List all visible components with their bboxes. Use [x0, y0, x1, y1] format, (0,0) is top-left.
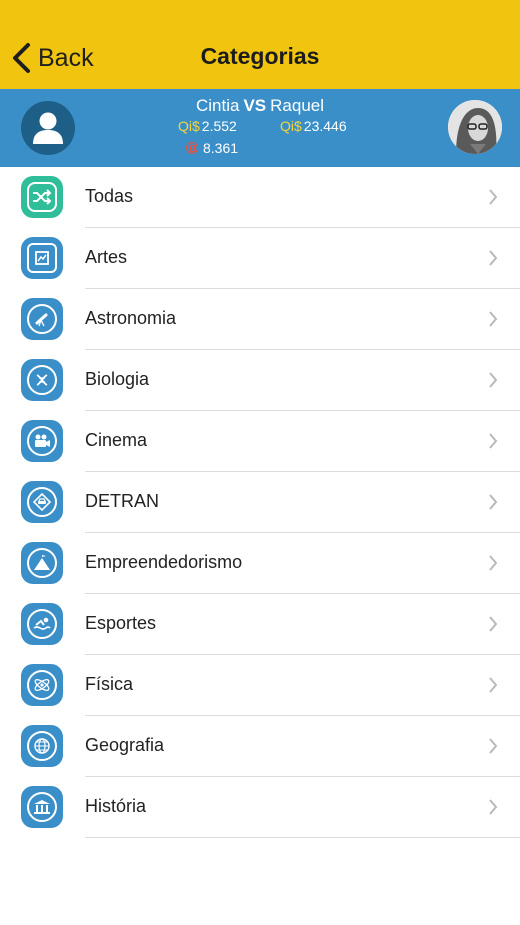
- coins-count: 8.361: [186, 140, 238, 156]
- category-item-historia[interactable]: História: [0, 777, 520, 838]
- chevron-right-icon: [489, 433, 498, 449]
- currency-label: Qi$: [280, 118, 302, 134]
- category-item-cinema[interactable]: Cinema: [0, 411, 520, 472]
- currency-label: Qi$: [178, 118, 200, 134]
- category-item-todas[interactable]: Todas: [0, 167, 520, 228]
- category-list: Todas Artes Astronomia Biologia Cinema D…: [0, 167, 520, 838]
- category-label: Artes: [85, 247, 128, 267]
- category-item-astronomia[interactable]: Astronomia: [0, 289, 520, 350]
- chevron-right-icon: [489, 311, 498, 327]
- category-label: Todas: [85, 186, 134, 206]
- shuffle-icon: [21, 176, 63, 218]
- player2-name: Raquel: [270, 96, 325, 115]
- profile-photo-icon: [448, 100, 502, 154]
- category-label: DETRAN: [85, 491, 160, 511]
- category-label: Esportes: [85, 613, 157, 633]
- category-item-esportes[interactable]: Esportes: [0, 594, 520, 655]
- movie-camera-icon: [21, 420, 63, 462]
- car-sign-icon: [21, 481, 63, 523]
- category-item-artes[interactable]: Artes: [0, 228, 520, 289]
- category-item-geografia[interactable]: Geografia: [0, 716, 520, 777]
- chevron-right-icon: [489, 372, 498, 388]
- category-label: Física: [85, 674, 134, 694]
- mountain-flag-icon: [21, 542, 63, 584]
- museum-icon: [21, 786, 63, 828]
- category-label: Cinema: [85, 430, 148, 450]
- chevron-right-icon: [489, 616, 498, 632]
- page-title: Categorias: [200, 43, 320, 69]
- player2-avatar[interactable]: [448, 100, 502, 154]
- match-banner: Cintia VS Raquel Qi$ 2.552 Qi$ 23.446 8.361: [0, 89, 520, 167]
- category-label: Biologia: [85, 369, 150, 389]
- player1-qi: Qi$ 2.552: [178, 118, 237, 134]
- atom-icon: [21, 664, 63, 706]
- category-item-empreendedorismo[interactable]: Empreendedorismo: [0, 533, 520, 594]
- chevron-right-icon: [489, 250, 498, 266]
- coin-icon: [186, 142, 198, 154]
- telescope-icon: [21, 298, 63, 340]
- match-names: Cintia VS Raquel: [0, 96, 520, 116]
- top-bar: Back Categorias: [0, 0, 520, 89]
- player1-name: Cintia: [195, 96, 240, 115]
- chevron-right-icon: [489, 799, 498, 815]
- chevron-right-icon: [489, 738, 498, 754]
- category-label: Astronomia: [85, 308, 177, 328]
- category-item-detran[interactable]: DETRAN: [0, 472, 520, 533]
- chevron-right-icon: [489, 555, 498, 571]
- chevron-right-icon: [489, 677, 498, 693]
- category-item-fisica[interactable]: Física: [0, 655, 520, 716]
- swimmer-icon: [21, 603, 63, 645]
- category-label: Empreendedorismo: [85, 552, 243, 572]
- chevron-right-icon: [489, 494, 498, 510]
- globe-icon: [21, 725, 63, 767]
- category-item-biologia[interactable]: Biologia: [0, 350, 520, 411]
- vs-label: VS: [243, 96, 267, 115]
- category-label: História: [85, 796, 147, 816]
- category-label: Geografia: [85, 735, 165, 755]
- painting-icon: [21, 237, 63, 279]
- dna-icon: [21, 359, 63, 401]
- player2-qi: Qi$ 23.446: [280, 118, 347, 134]
- divider: [85, 837, 520, 838]
- chevron-right-icon: [489, 189, 498, 205]
